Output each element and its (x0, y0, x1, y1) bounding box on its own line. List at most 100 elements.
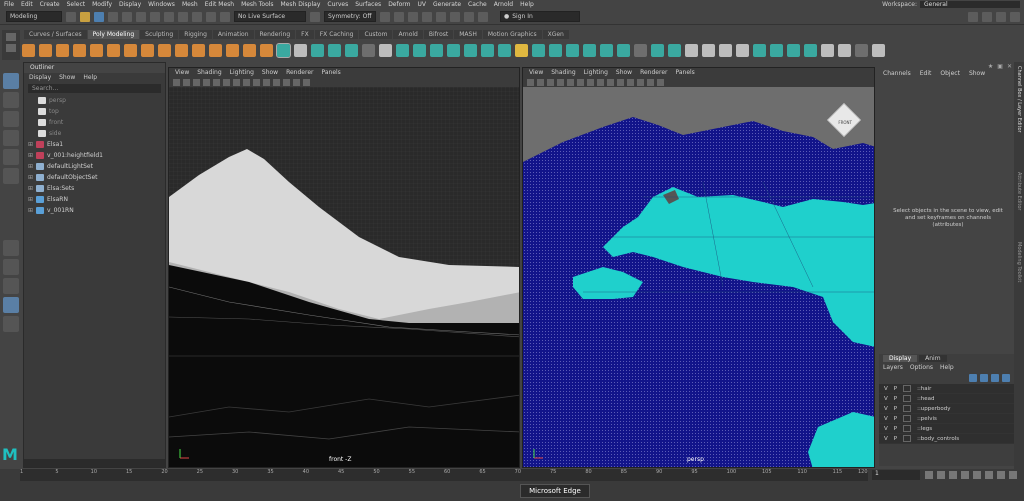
layer-menu-layers[interactable]: Layers (883, 364, 903, 371)
cleanup-icon[interactable] (668, 43, 681, 57)
cut-uv-icon[interactable] (787, 43, 800, 57)
image-plane-icon[interactable] (557, 78, 564, 86)
step-forward-icon[interactable] (985, 471, 993, 479)
shelf-tab-sculpting[interactable]: Sculpting (140, 30, 179, 39)
layer-playback-toggle[interactable]: P (894, 436, 897, 442)
shadows-icon[interactable] (283, 78, 290, 86)
append-icon[interactable] (464, 43, 477, 57)
menu-windows[interactable]: Windows (148, 1, 175, 8)
play-back-icon[interactable] (961, 471, 969, 479)
move-layer-down-icon[interactable] (980, 374, 988, 382)
viewport-menu-shading[interactable]: Shading (197, 69, 221, 76)
channel-box-icon[interactable] (1010, 12, 1020, 22)
shelf-tab-poly-modeling[interactable]: Poly Modeling (87, 30, 140, 39)
layer-row[interactable]: V P::head (879, 394, 1014, 404)
move-tool-icon[interactable] (3, 130, 19, 146)
menu-help[interactable]: Help (520, 1, 534, 8)
menu-uv[interactable]: UV (418, 1, 427, 8)
xray-icon[interactable] (657, 78, 664, 86)
layer-tab-anim[interactable]: Anim (919, 355, 947, 362)
outliner-item[interactable]: ⊞ v_001:heightfield1 (24, 150, 165, 161)
go-to-end-icon[interactable] (1009, 471, 1017, 479)
menu-mesh-tools[interactable]: Mesh Tools (241, 1, 273, 8)
shelf-tab-fx-caching[interactable]: FX Caching (314, 30, 359, 39)
channels-menu-show[interactable]: Show (969, 70, 985, 77)
viewport-menu-view[interactable]: View (175, 69, 189, 76)
channels-menu-channels[interactable]: Channels (883, 70, 911, 77)
poly-cylinder-icon[interactable] (56, 43, 69, 57)
poly-torus-icon[interactable] (90, 43, 103, 57)
resolution-gate-icon[interactable] (233, 78, 240, 86)
layer-color-swatch[interactable] (903, 425, 912, 432)
expand-icon[interactable]: ⊞ (28, 152, 33, 159)
new-scene-icon[interactable] (66, 11, 76, 22)
viewport-menu-lighting[interactable]: Lighting (584, 69, 608, 76)
symmetry-icon[interactable] (310, 11, 320, 22)
search-icon[interactable] (3, 316, 19, 332)
shelf-tab-rendering[interactable]: Rendering (254, 30, 296, 39)
smooth-shade-icon[interactable] (607, 78, 614, 86)
offset-edge-icon[interactable] (566, 43, 579, 57)
move-layer-up-icon[interactable] (969, 374, 977, 382)
sign-in-button[interactable]: ● Sign In (500, 11, 580, 22)
shelf-tab-bifrost[interactable]: Bifrost (423, 30, 454, 39)
isolate-icon[interactable] (647, 78, 654, 86)
select-hierarchy-icon[interactable] (136, 11, 146, 22)
shelf-tab-custom[interactable]: Custom (359, 30, 393, 39)
spherical-map-icon[interactable] (736, 43, 749, 57)
shelf-tab-arnold[interactable]: Arnold (393, 30, 423, 39)
platonic-solid-icon[interactable] (141, 43, 154, 57)
shelf-tab-fx[interactable]: FX (296, 30, 314, 39)
poly-cone-icon[interactable] (73, 43, 86, 57)
unfold-uv-icon[interactable] (821, 43, 834, 57)
grid-icon[interactable] (213, 78, 220, 86)
step-back-icon[interactable] (949, 471, 957, 479)
menu-modify[interactable]: Modify (92, 1, 112, 8)
hypershade-icon[interactable] (436, 11, 446, 22)
expand-icon[interactable]: ⊞ (28, 185, 33, 192)
step-back-key-icon[interactable] (937, 471, 945, 479)
layer-row[interactable]: V P::pelvis (879, 414, 1014, 424)
outliner-menu-show[interactable]: Show (59, 74, 75, 81)
tab-modeling-toolkit[interactable]: Modeling Toolkit (1016, 242, 1022, 282)
multi-cut-icon[interactable] (481, 43, 494, 57)
viewport-persp[interactable]: View Shading Lighting Show Renderer Panels FR… (522, 67, 875, 468)
camera-select-icon[interactable] (173, 78, 180, 86)
snap-point-icon[interactable] (206, 11, 216, 22)
layer-color-swatch[interactable] (903, 405, 912, 412)
outliner-scrollbar[interactable] (24, 459, 165, 467)
channels-menu-edit[interactable]: Edit (920, 70, 932, 77)
history-icon[interactable] (380, 11, 390, 22)
paint-select-icon[interactable] (3, 111, 19, 127)
tab-channel-box[interactable]: Channel Box / Layer Editor (1016, 66, 1022, 133)
outliner-item[interactable]: side (24, 128, 165, 139)
sphere-type-icon[interactable] (260, 43, 273, 57)
menu-mesh[interactable]: Mesh (182, 1, 198, 8)
viewport-menu-renderer[interactable]: Renderer (286, 69, 313, 76)
lights-icon[interactable] (627, 78, 634, 86)
layer-menu-help[interactable]: Help (940, 364, 954, 371)
single-pane-icon[interactable] (3, 240, 19, 256)
menu-generate[interactable]: Generate (433, 1, 461, 8)
camera-attr-icon[interactable] (183, 78, 190, 86)
outliner-menu-help[interactable]: Help (83, 74, 97, 81)
render-view-icon[interactable] (450, 11, 460, 22)
menu-file[interactable]: File (4, 1, 14, 8)
layer-playback-toggle[interactable]: P (894, 396, 897, 402)
redo-icon[interactable] (122, 11, 132, 22)
close-icon[interactable]: ✕ (1007, 63, 1012, 70)
layer-playback-toggle[interactable]: P (894, 386, 897, 392)
shelf-tab-mash[interactable]: MASH (454, 30, 482, 39)
circularize-icon[interactable] (617, 43, 630, 57)
wireframe-icon[interactable] (243, 78, 250, 86)
super-shape-icon[interactable] (243, 43, 256, 57)
layer-color-swatch[interactable] (903, 395, 912, 402)
reduce-icon[interactable] (651, 43, 664, 57)
menu-edit[interactable]: Edit (21, 1, 33, 8)
float-icon[interactable]: ▣ (997, 63, 1003, 70)
layer-color-swatch[interactable] (903, 415, 912, 422)
layer-visibility-toggle[interactable]: V (884, 416, 888, 422)
live-surface-field[interactable]: No Live Surface (234, 11, 306, 22)
side-by-side-icon[interactable] (3, 278, 19, 294)
open-scene-icon[interactable] (80, 11, 90, 22)
